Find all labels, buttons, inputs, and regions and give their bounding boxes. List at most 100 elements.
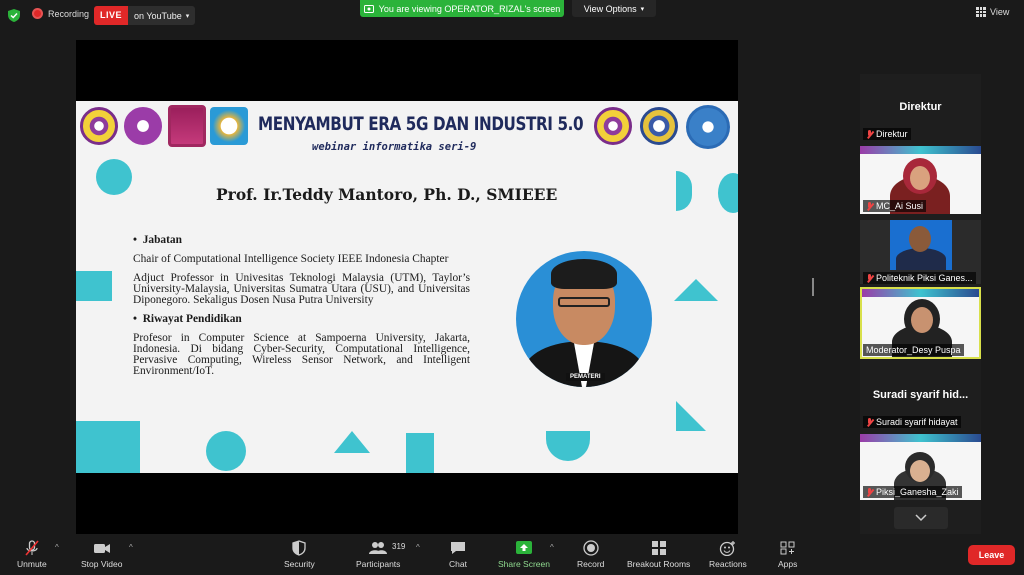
muted-mic-icon xyxy=(866,273,873,283)
screen-share-icon xyxy=(363,4,374,13)
panel-resize-handle[interactable] xyxy=(812,278,814,296)
decor-circle xyxy=(206,431,246,471)
apps-button[interactable]: Apps xyxy=(778,540,797,569)
participant-name: Suradi syarif hidayat xyxy=(863,416,961,428)
stop-video-button[interactable]: Stop Video xyxy=(81,540,122,569)
viewing-label: You are viewing OPERATOR_RIZAL's screen xyxy=(378,3,561,14)
unmute-button[interactable]: Unmute xyxy=(17,540,47,569)
decor-circle xyxy=(676,171,692,211)
participant-name: Moderator_Desy Puspa xyxy=(863,344,964,356)
breakout-rooms-label: Breakout Rooms xyxy=(627,559,691,569)
photo-badge: PEMATERI xyxy=(566,373,605,381)
view-options-button[interactable]: View Options ▾ xyxy=(572,0,656,17)
pendidikan-heading-text: Riwayat Pendidikan xyxy=(142,313,242,325)
share-options-caret[interactable]: ^ xyxy=(550,543,554,552)
gallery-next-page-button[interactable] xyxy=(894,507,948,529)
video-camera-icon xyxy=(93,544,110,553)
chat-bubble-icon xyxy=(451,542,465,554)
participant-tile-title: Suradi syarif hid... xyxy=(872,389,969,401)
decor-shape xyxy=(334,431,370,453)
recording-label: Recording xyxy=(48,8,90,19)
presentation-slide: MENYAMBUT ERA 5G DAN INDUSTRI 5.0 webina… xyxy=(76,101,738,473)
view-options-label: View Options xyxy=(583,3,637,14)
recording-icon xyxy=(32,8,43,19)
video-options-caret[interactable]: ^ xyxy=(129,543,133,552)
jabatan-heading: • Jabatan xyxy=(133,234,182,246)
youtube-label: on YouTube xyxy=(134,10,182,21)
speaker-photo xyxy=(516,251,652,387)
security-button[interactable]: Security xyxy=(284,540,315,569)
share-screen-label: Share Screen xyxy=(498,559,550,569)
record-label: Record xyxy=(577,559,605,569)
grid-view-icon xyxy=(976,7,986,17)
participant-tile-title: Direktur xyxy=(899,101,942,113)
mic-muted-icon xyxy=(25,540,39,556)
institution-logo xyxy=(210,107,248,145)
live-stream-button[interactable]: LIVE on YouTube ▾ xyxy=(94,6,196,25)
chat-button[interactable]: Chat xyxy=(449,540,467,569)
participant-name: MC_Ai Susi xyxy=(863,200,927,212)
unmute-label: Unmute xyxy=(17,559,47,569)
decor-circle xyxy=(718,173,738,213)
top-bar: Recording LIVE on YouTube ▾ You are view… xyxy=(0,0,1024,30)
speaker-bio: • Jabatan Chair of Computational Intelli… xyxy=(133,234,470,385)
view-button[interactable]: View xyxy=(976,7,1009,17)
decor-shape xyxy=(674,279,718,301)
speaker-name: Prof. Ir.Teddy Mantoro, Ph. D., SMIEEE xyxy=(216,185,558,204)
apps-label: Apps xyxy=(778,559,798,569)
participant-name-text: Politeknik Piksi Ganes... xyxy=(876,273,973,283)
chevron-down-icon: ▾ xyxy=(185,12,190,20)
record-button[interactable]: Record xyxy=(577,540,604,569)
chevron-down-icon xyxy=(915,514,927,522)
participants-label: Participants xyxy=(356,559,401,569)
participants-icon xyxy=(369,542,388,554)
participant-name-text: Moderator_Desy Puspa xyxy=(866,345,961,355)
pendidikan-item: Profesor in Computer Science at Sampoern… xyxy=(133,332,470,377)
slide-subtitle: webinar informatika seri-9 xyxy=(312,141,477,153)
security-shield-icon xyxy=(8,9,20,22)
institution-logo xyxy=(124,107,162,145)
chevron-down-icon: ▾ xyxy=(640,5,645,13)
youtube-dropdown[interactable]: on YouTube ▾ xyxy=(128,6,195,25)
slide-title: MENYAMBUT ERA 5G DAN INDUSTRI 5.0 xyxy=(258,113,584,135)
apps-icon xyxy=(780,541,795,555)
participant-name-text: MC_Ai Susi xyxy=(876,201,924,211)
institution-logo xyxy=(168,105,206,147)
participant-name: Politeknik Piksi Ganes... xyxy=(863,272,976,284)
muted-mic-icon xyxy=(866,201,873,211)
decor-shape xyxy=(406,433,434,473)
viewing-screen-banner: You are viewing OPERATOR_RIZAL's screen xyxy=(360,0,564,17)
stop-video-label: Stop Video xyxy=(81,559,123,569)
participant-name: Piksi_Ganesha_Zaki xyxy=(863,486,962,498)
decor-circle xyxy=(96,159,132,195)
participants-options-caret[interactable]: ^ xyxy=(416,543,420,552)
participant-gallery: Direktur Direktur MC_Ai Susi Politeknik … xyxy=(860,74,981,534)
institution-logo xyxy=(594,107,632,145)
muted-mic-icon xyxy=(866,417,873,427)
jabatan-item: Adjuct Professor in Univesitas Teknologi… xyxy=(133,272,470,306)
decor-shape xyxy=(676,401,706,431)
leave-button[interactable]: Leave xyxy=(968,545,1015,565)
reactions-label: Reactions xyxy=(709,559,747,569)
reactions-button[interactable]: Reactions xyxy=(709,540,747,569)
jabatan-heading-text: Jabatan xyxy=(142,234,182,246)
share-screen-icon xyxy=(515,541,532,554)
participant-name-text: Direktur xyxy=(876,129,908,139)
pendidikan-heading: • Riwayat Pendidikan xyxy=(133,313,242,325)
breakout-rooms-button[interactable]: Breakout Rooms xyxy=(627,540,690,569)
breakout-rooms-icon xyxy=(651,541,666,555)
decor-circle xyxy=(546,431,590,461)
record-icon xyxy=(583,540,599,556)
share-screen-button[interactable]: Share Screen xyxy=(498,540,550,569)
audio-options-caret[interactable]: ^ xyxy=(55,543,59,552)
chat-label: Chat xyxy=(449,559,467,569)
participant-name-text: Piksi_Ganesha_Zaki xyxy=(876,487,959,497)
shield-icon xyxy=(292,540,307,556)
recording-indicator[interactable]: Recording xyxy=(32,8,89,19)
muted-mic-icon xyxy=(866,487,873,497)
decor-shape xyxy=(76,271,112,301)
participant-name-text: Suradi syarif hidayat xyxy=(876,417,958,427)
participant-name: Direktur xyxy=(863,128,911,140)
jabatan-item: Chair of Computational Intelligence Soci… xyxy=(133,253,449,265)
decor-shape xyxy=(76,421,140,473)
